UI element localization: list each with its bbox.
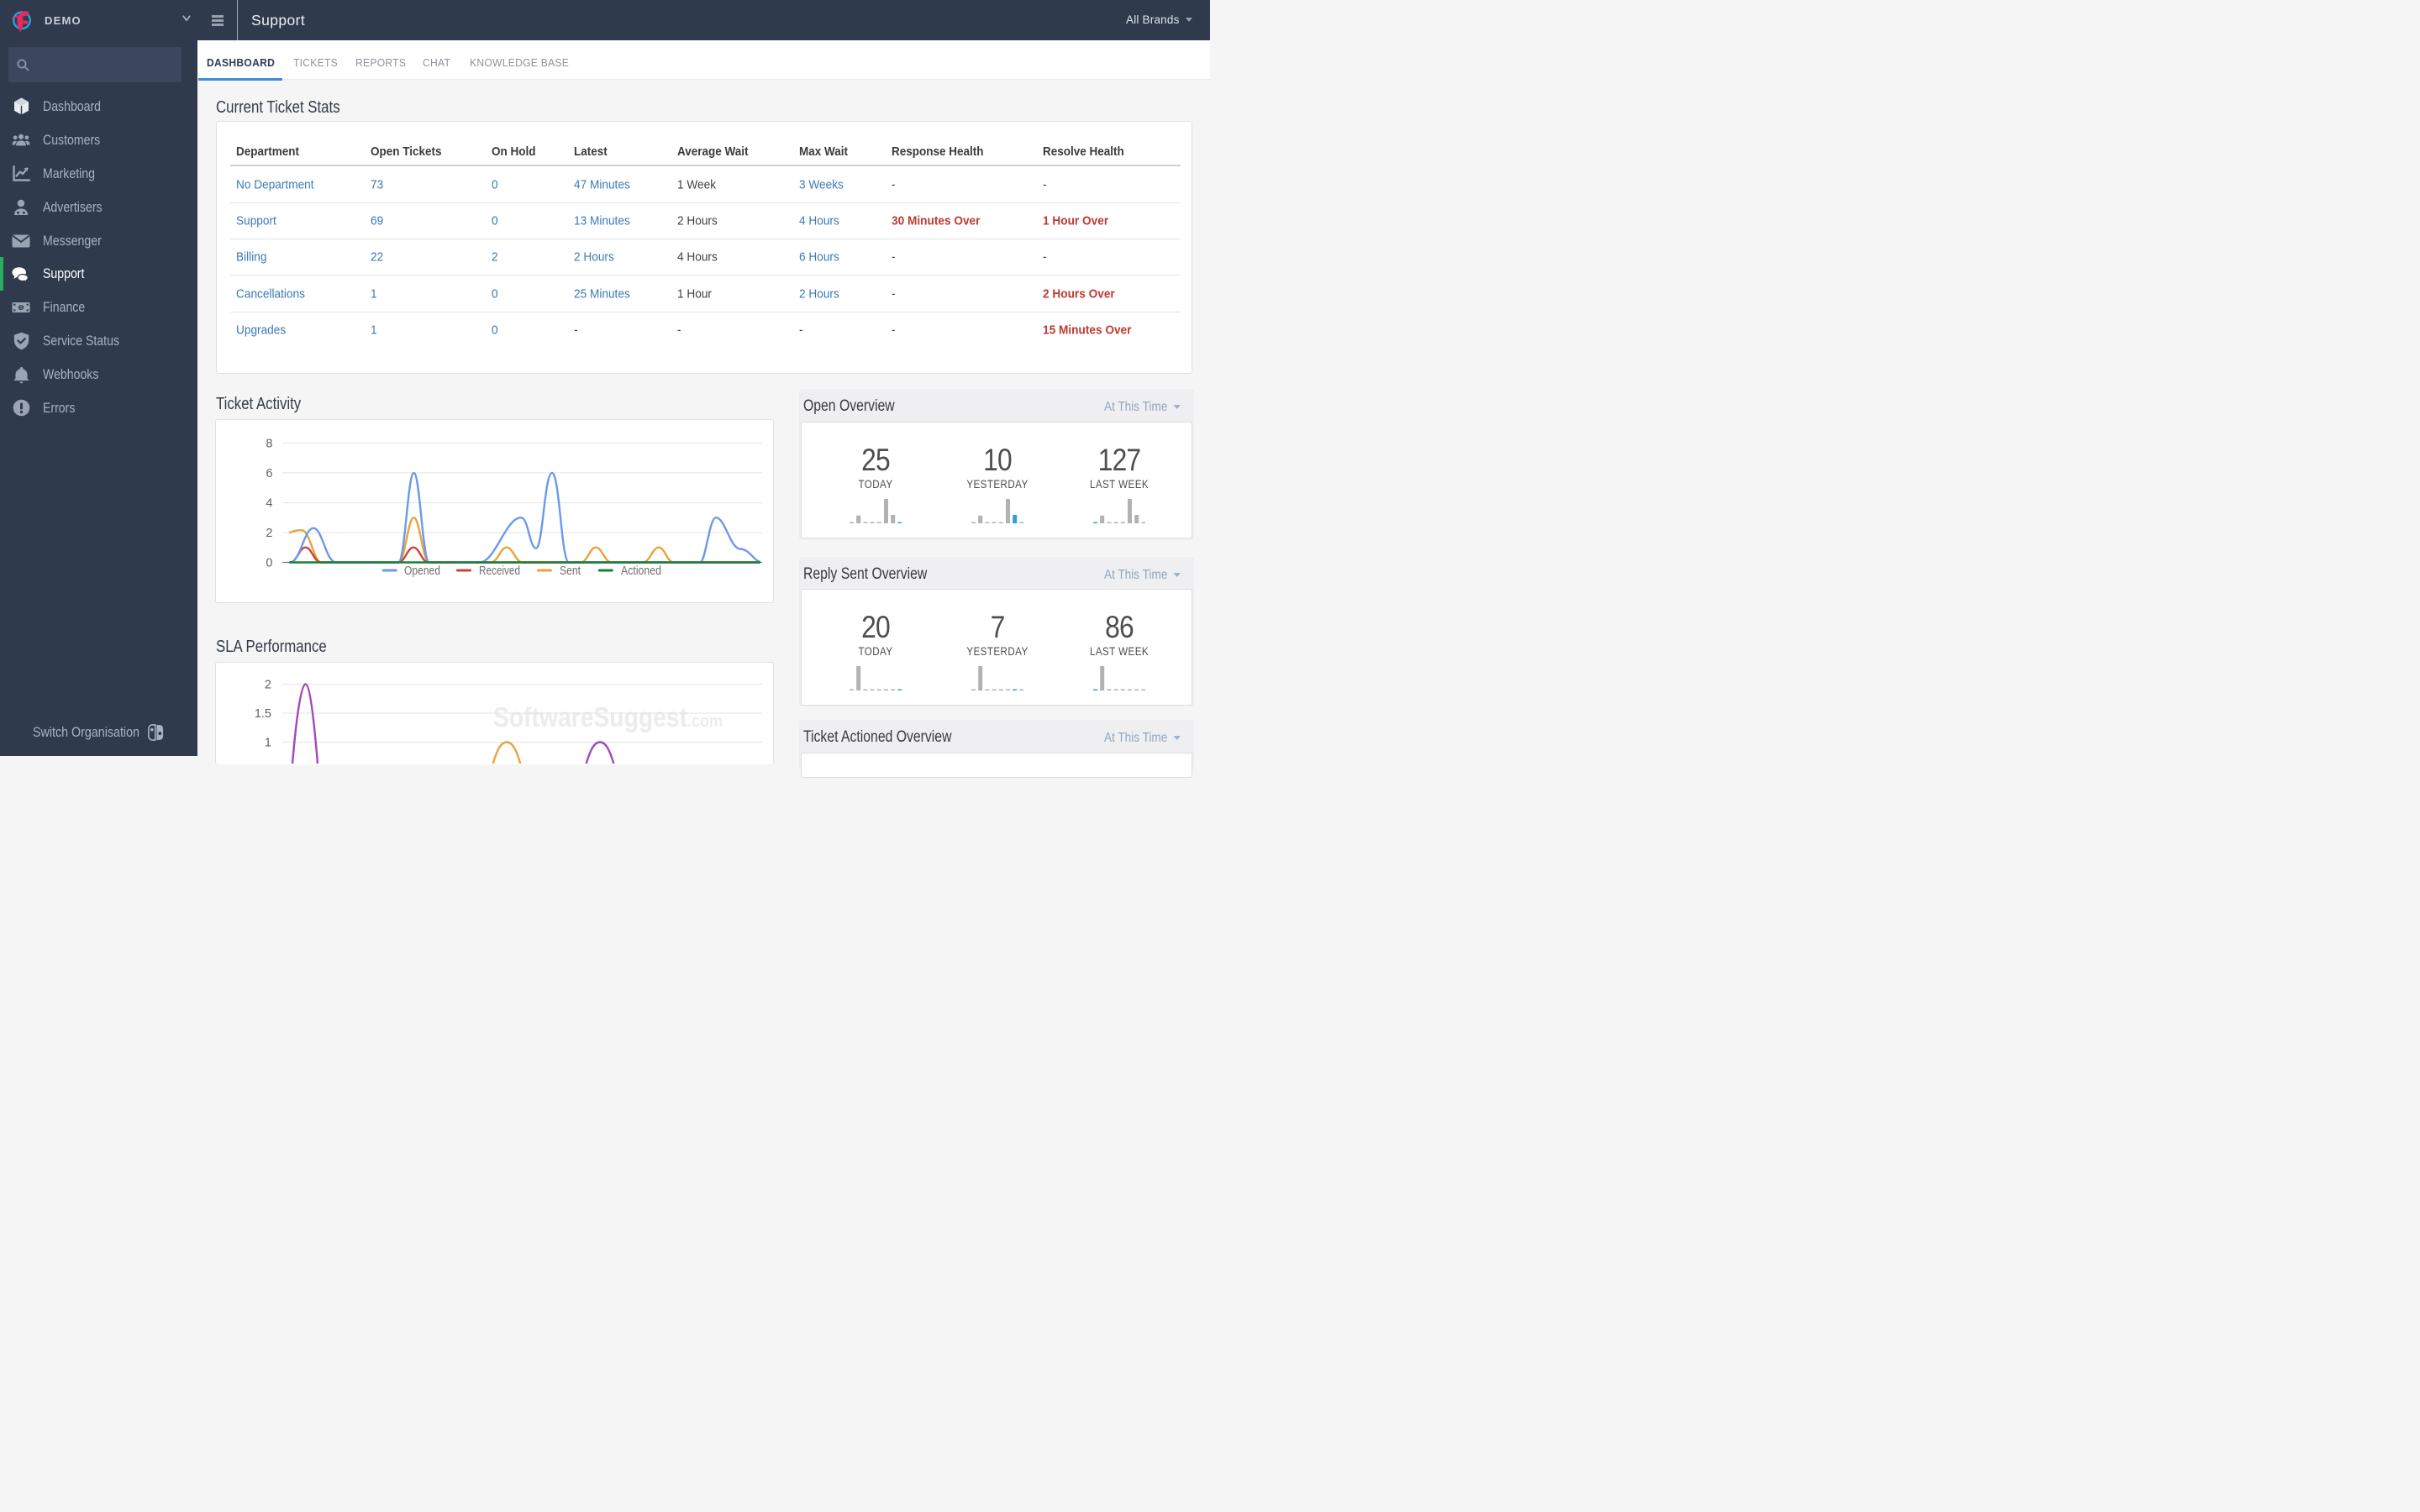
svg-text:1.5: 1.5 (255, 707, 271, 721)
svg-text:0: 0 (266, 556, 272, 570)
svg-text:2: 2 (266, 527, 272, 540)
svg-text:1: 1 (265, 737, 271, 750)
svg-text:SoftwareSuggest.com: SoftwareSuggest.com (493, 701, 723, 732)
svg-text:6: 6 (266, 466, 272, 480)
svg-text:8: 8 (266, 437, 272, 450)
svg-text:Received: Received (479, 564, 520, 578)
svg-text:Opened: Opened (404, 564, 440, 578)
svg-text:4: 4 (266, 496, 272, 510)
svg-text:$: $ (19, 305, 23, 311)
svg-text:Sent: Sent (560, 564, 581, 578)
svg-text:2: 2 (265, 679, 271, 692)
svg-text:Actioned: Actioned (621, 564, 661, 578)
